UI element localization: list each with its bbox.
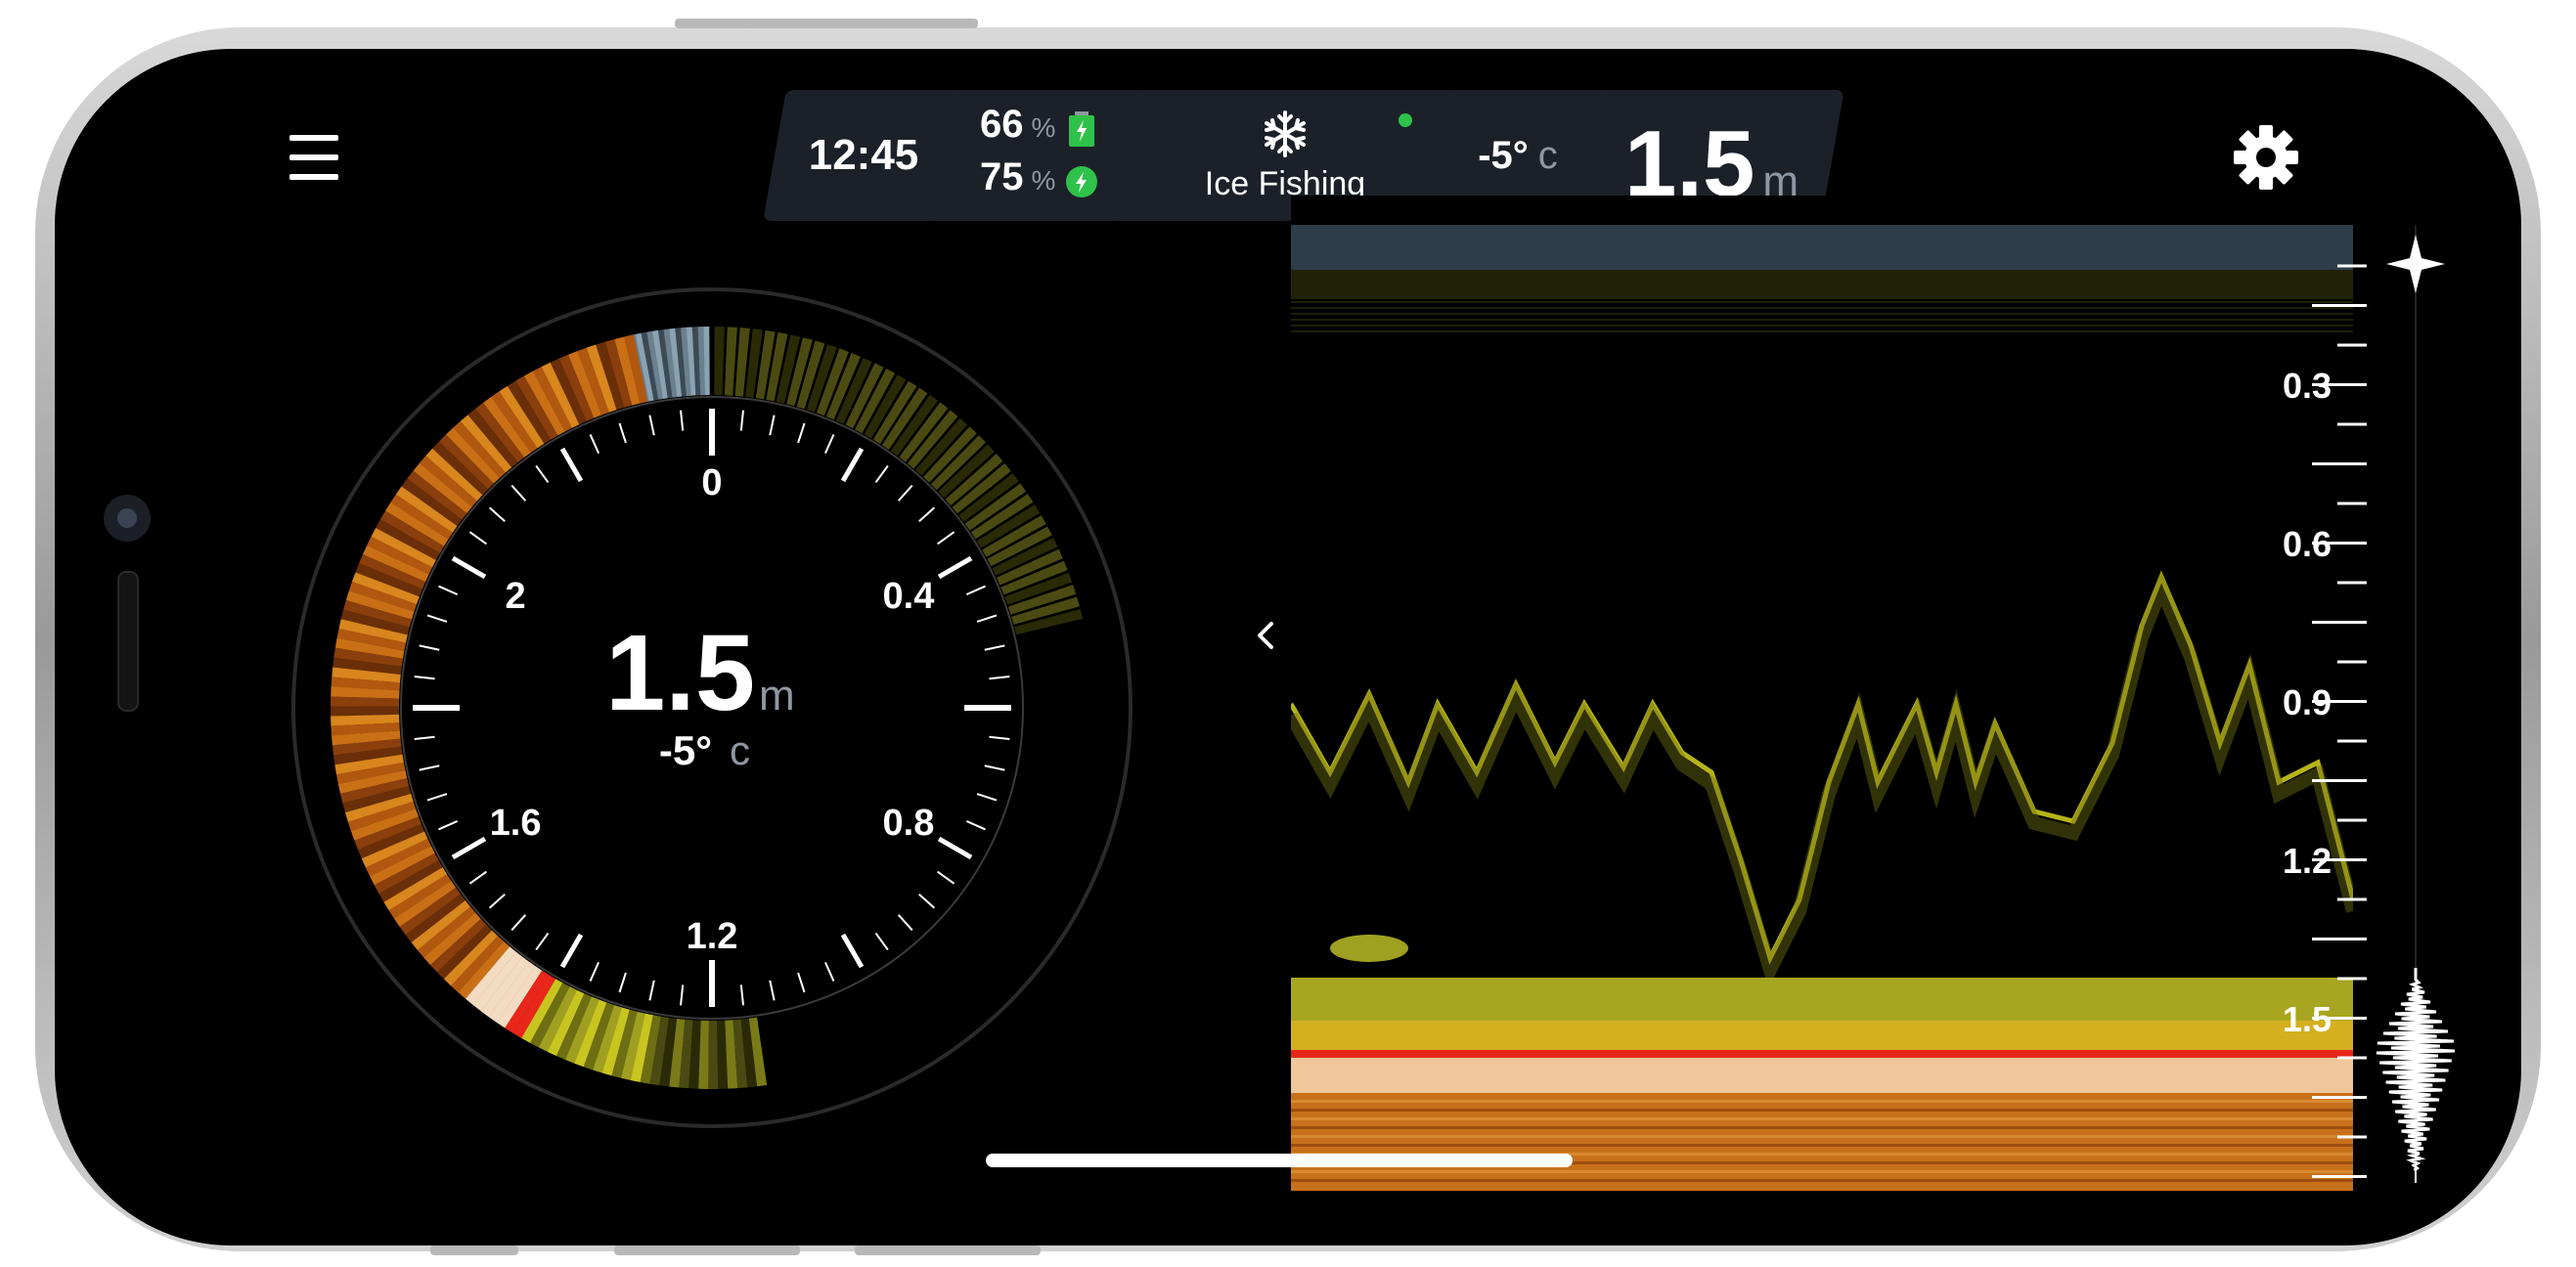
flasher-dial[interactable]: 0 0.4 0.8 1.2 1.6 2 1.5 m -5° c — [289, 285, 1134, 1130]
flasher-depth-unit: m — [759, 672, 795, 720]
flasher-depth-value: 1.5 — [605, 613, 755, 733]
phone-battery-unit: % — [1031, 165, 1056, 196]
dial-label: 0.4 — [883, 576, 935, 617]
battery-icon — [1069, 111, 1095, 147]
menu-icon[interactable] — [289, 135, 338, 180]
device-battery-value: 66 — [980, 103, 1024, 146]
device-battery-unit: % — [1031, 112, 1056, 143]
depth-scale-label: 0.9 — [2283, 682, 2332, 722]
dial-label: 1.2 — [687, 916, 738, 957]
water-temp-value: -5° — [1478, 133, 1529, 177]
phone-battery-value: 75 — [980, 155, 1024, 198]
clock-time: 12:45 — [808, 131, 919, 179]
phone-side-button — [430, 1245, 518, 1255]
gear-icon[interactable] — [2234, 125, 2298, 190]
depth-scale-label: 1.2 — [2283, 841, 2332, 881]
phone-side-button — [675, 19, 978, 28]
flasher-temp-value: -5° — [659, 727, 712, 773]
depth-scale-label: 0.6 — [2283, 524, 2332, 564]
home-indicator[interactable] — [986, 1154, 1573, 1167]
connection-status-dot — [1399, 113, 1412, 127]
front-camera — [104, 495, 151, 542]
phone-side-button — [855, 1245, 1041, 1255]
water-temp-unit: c — [1537, 133, 1558, 177]
dial-label: 1.6 — [490, 803, 542, 844]
dial-label: 0.8 — [883, 803, 935, 844]
live-signal-column — [2376, 225, 2456, 1183]
phone-speaker — [117, 571, 139, 712]
dial-label: 0 — [701, 462, 722, 503]
flasher-temp-unit: c — [730, 727, 750, 773]
depth-scale-label: 0.3 — [2283, 366, 2332, 406]
phone-battery-icon — [1066, 166, 1098, 197]
phone-side-button — [614, 1245, 800, 1255]
sonar-history-view[interactable] — [1291, 196, 2353, 1191]
snowflake-icon — [1265, 109, 1306, 157]
depth-scale-label: 1.5 — [2283, 999, 2332, 1039]
dial-label: 2 — [506, 576, 526, 617]
